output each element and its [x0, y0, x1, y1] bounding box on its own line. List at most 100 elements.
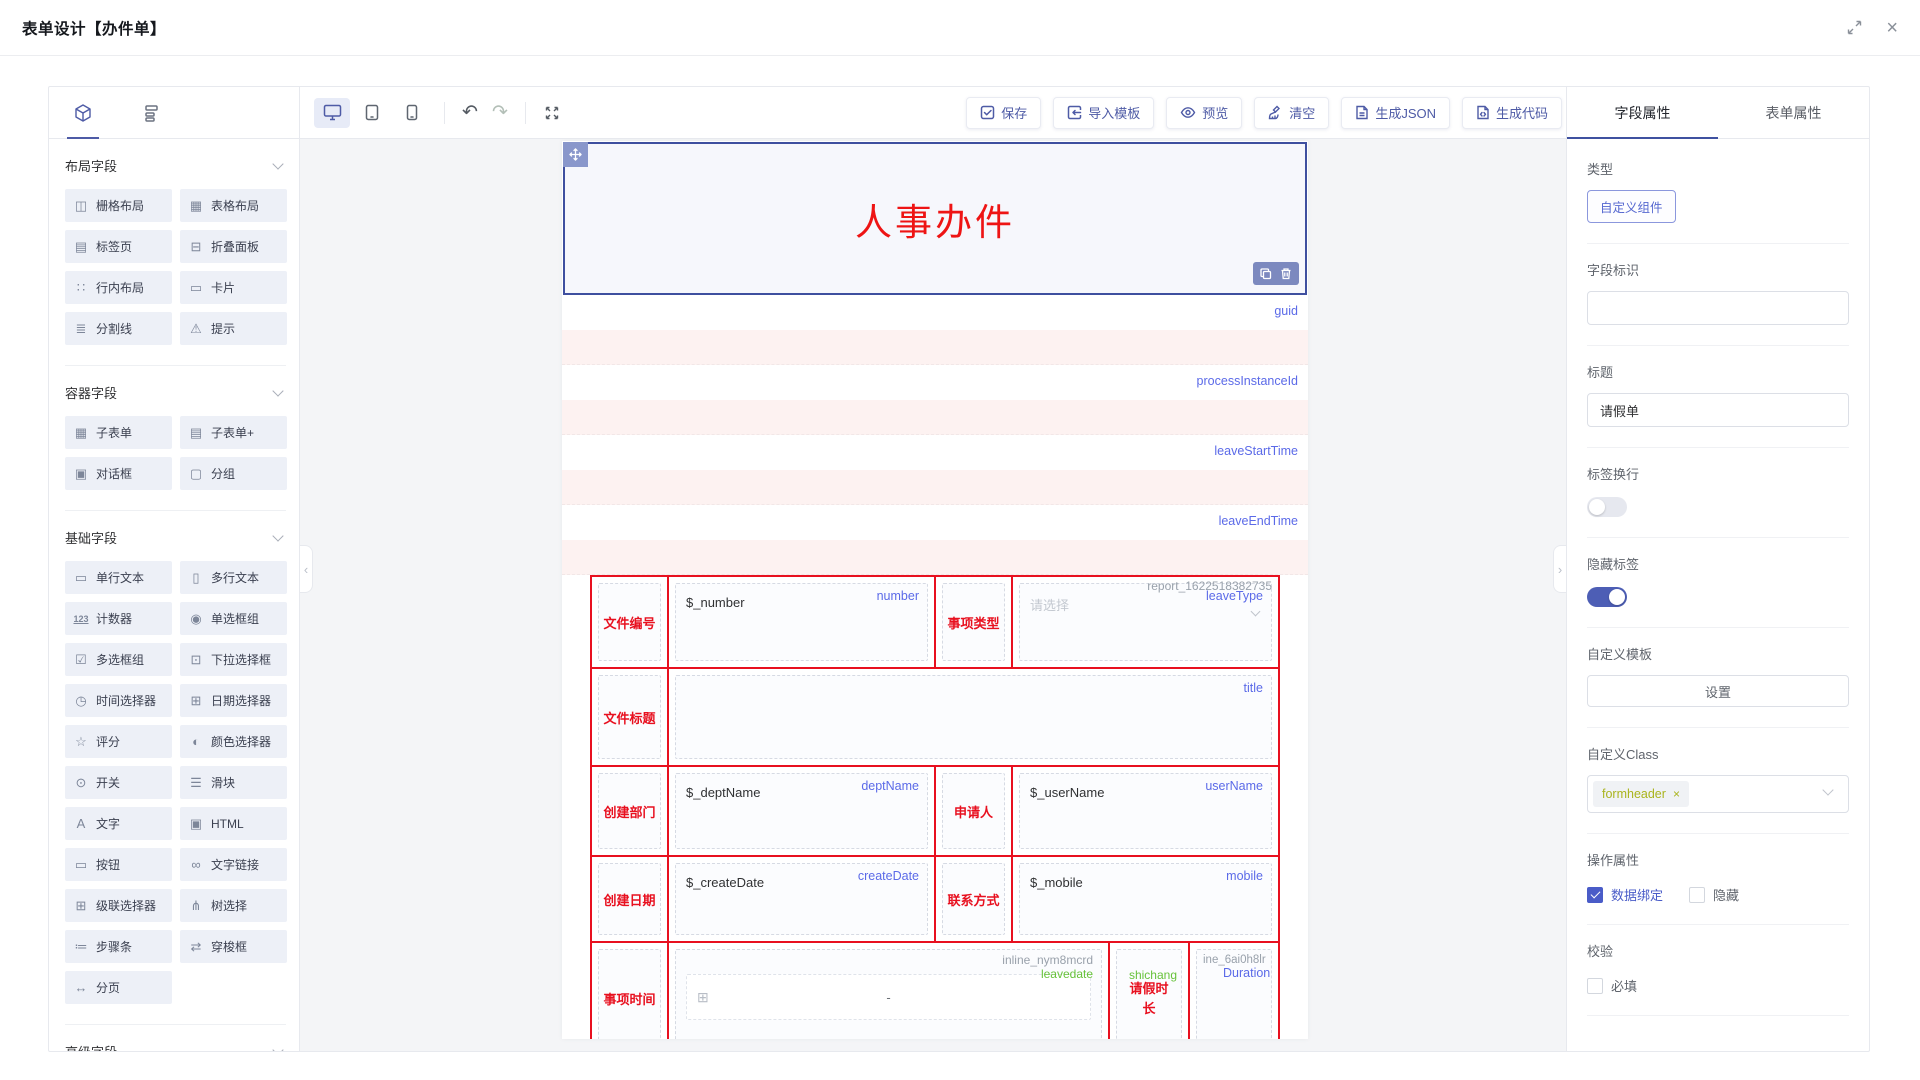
hidden-field-guid[interactable]: guid: [562, 295, 1308, 330]
tab-components[interactable]: [63, 87, 103, 138]
section-header-container[interactable]: 容器字段: [65, 383, 286, 402]
palette-item-text[interactable]: A文字: [65, 807, 172, 840]
hidden-checkbox[interactable]: 隐藏: [1689, 885, 1739, 904]
import-template-button[interactable]: 导入模板: [1053, 97, 1154, 129]
tab-outline[interactable]: [131, 87, 171, 138]
clear-button[interactable]: 清空: [1254, 97, 1329, 129]
collapse-sidebar-handle[interactable]: ‹: [300, 545, 313, 593]
cell-field-number[interactable]: $_numbernumber: [669, 577, 936, 667]
device-phone-button[interactable]: [394, 98, 430, 128]
hidden-field-leaveEndTime[interactable]: leaveEndTime: [562, 505, 1308, 540]
close-icon[interactable]: ×: [1886, 18, 1898, 38]
field-id-input[interactable]: [1587, 291, 1849, 325]
palette-item-divider[interactable]: ≣分割线: [65, 312, 172, 345]
palette-item-color-picker[interactable]: ◐颜色选择器: [180, 725, 287, 758]
cell-label-matter-type[interactable]: 事项类型: [936, 577, 1013, 667]
palette-item-transfer[interactable]: ⇄穿梭框: [180, 930, 287, 963]
collapse-panel-handle[interactable]: ›: [1553, 545, 1566, 593]
palette-item-switch[interactable]: ⊙开关: [65, 766, 172, 799]
cell-label-create-dept[interactable]: 创建部门: [592, 767, 669, 855]
device-tablet-button[interactable]: [354, 98, 390, 128]
palette-item-label: 表格布局: [211, 197, 259, 214]
cell-field-create-date[interactable]: $_createDatecreateDate: [669, 857, 936, 941]
redo-button[interactable]: ↷: [485, 98, 515, 128]
cell-label-leave-duration[interactable]: shichang请假时长: [1110, 943, 1190, 1039]
cell-field-duration[interactable]: ine_6ai0h8lrDuration: [1190, 943, 1278, 1039]
type-value-tag[interactable]: 自定义组件: [1587, 190, 1676, 223]
section-header-advanced[interactable]: 高级字段: [65, 1042, 286, 1051]
palette-item-radio-group[interactable]: ◉单选框组: [180, 602, 287, 635]
cell-label-contact[interactable]: 联系方式: [936, 857, 1013, 941]
palette-item-select[interactable]: ⊡下拉选择框: [180, 643, 287, 676]
palette-item-inline-layout[interactable]: ∷行内布局: [65, 271, 172, 304]
palette-item-button[interactable]: ▭按钮: [65, 848, 172, 881]
section-header-basic[interactable]: 基础字段: [65, 528, 286, 547]
hidden-field-processInstanceId[interactable]: processInstanceId: [562, 365, 1308, 400]
tab-form-properties[interactable]: 表单属性: [1718, 87, 1869, 138]
palette-item-counter[interactable]: 123计数器: [65, 602, 172, 635]
cell-field-mobile[interactable]: $_mobilemobile: [1013, 857, 1278, 941]
palette-item-cascader[interactable]: ⊞级联选择器: [65, 889, 172, 922]
palette-item-pagination[interactable]: ↔分页: [65, 971, 172, 1004]
undo-button[interactable]: ↶: [455, 98, 485, 128]
palette-item-tabs[interactable]: ▤标签页: [65, 230, 172, 263]
device-desktop-button[interactable]: [314, 98, 350, 128]
palette-item-steps[interactable]: ≔步骤条: [65, 930, 172, 963]
required-checkbox[interactable]: 必填: [1587, 976, 1637, 995]
hidden-field-placeholder[interactable]: [562, 470, 1308, 505]
preview-button[interactable]: 预览: [1166, 97, 1242, 129]
fullscreen-button[interactable]: [536, 98, 568, 128]
cell-field-title[interactable]: title: [669, 669, 1278, 765]
palette-item-text-link[interactable]: ∞文字链接: [180, 848, 287, 881]
delete-widget-icon[interactable]: [1280, 267, 1292, 280]
label-wrap-toggle[interactable]: [1587, 497, 1627, 517]
generate-code-button[interactable]: 生成代码: [1462, 97, 1562, 129]
remove-class-icon[interactable]: ×: [1673, 787, 1680, 801]
generate-json-button[interactable]: 生成JSON: [1341, 97, 1450, 129]
design-canvas[interactable]: 人事办件 guid processInstanceId: [300, 139, 1566, 1051]
template-settings-button[interactable]: 设置: [1587, 675, 1849, 707]
palette-item-dialog[interactable]: ▣对话框: [65, 457, 172, 490]
cell-label-create-date[interactable]: 创建日期: [592, 857, 669, 941]
drag-handle[interactable]: [563, 142, 588, 167]
palette-item-html[interactable]: ▣HTML: [180, 807, 287, 840]
palette-item-tree-select[interactable]: ⋔树选择: [180, 889, 287, 922]
cell-label-matter-time[interactable]: 事项时间: [592, 943, 669, 1039]
title-input[interactable]: [1587, 393, 1849, 427]
hide-label-toggle[interactable]: [1587, 587, 1627, 607]
cell-label-file-number[interactable]: 文件编号: [592, 577, 669, 667]
data-binding-checkbox[interactable]: 数据绑定: [1587, 885, 1663, 904]
palette-item-checkbox-group[interactable]: ☑多选框组: [65, 643, 172, 676]
palette-item-alert[interactable]: ⚠提示: [180, 312, 287, 345]
copy-widget-icon[interactable]: [1260, 268, 1272, 280]
palette-item-grid-layout[interactable]: ◫栅格布局: [65, 189, 172, 222]
palette-item-time-picker[interactable]: ◷时间选择器: [65, 684, 172, 717]
palette-item-rate[interactable]: ☆评分: [65, 725, 172, 758]
palette-item-group[interactable]: ▢分组: [180, 457, 287, 490]
form-header-widget[interactable]: 人事办件: [563, 142, 1307, 295]
hidden-field-placeholder[interactable]: [562, 540, 1308, 575]
cell-label-file-title[interactable]: 文件标题: [592, 669, 669, 765]
hidden-field-leaveStartTime[interactable]: leaveStartTime: [562, 435, 1308, 470]
hidden-field-placeholder[interactable]: [562, 400, 1308, 435]
palette-item-collapse-panel[interactable]: ⊟折叠面板: [180, 230, 287, 263]
custom-class-select[interactable]: formheader ×: [1587, 775, 1849, 813]
palette-item-subform-plus[interactable]: ▤子表单+: [180, 416, 287, 449]
palette-item-single-text[interactable]: ▭单行文本: [65, 561, 172, 594]
cell-field-leave-date-range[interactable]: inline_nym8mcrdleavedate ⊞ -: [669, 943, 1110, 1039]
palette-item-table-layout[interactable]: ▦表格布局: [180, 189, 287, 222]
section-header-layout[interactable]: 布局字段: [65, 156, 286, 175]
cell-label-applicant[interactable]: 申请人: [936, 767, 1013, 855]
palette-item-card[interactable]: ▭卡片: [180, 271, 287, 304]
tab-field-properties[interactable]: 字段属性: [1567, 87, 1718, 138]
hidden-field-placeholder[interactable]: [562, 330, 1308, 365]
palette-item-slider[interactable]: ☰滑块: [180, 766, 287, 799]
cell-field-dept-name[interactable]: $_deptNamedeptName: [669, 767, 936, 855]
palette-item-date-picker[interactable]: ⊞日期选择器: [180, 684, 287, 717]
palette-item-subform[interactable]: ▦子表单: [65, 416, 172, 449]
palette-item-multi-text[interactable]: ▯多行文本: [180, 561, 287, 594]
save-button[interactable]: 保存: [966, 97, 1041, 129]
fullscreen-toggle-icon[interactable]: [1847, 20, 1862, 35]
cell-field-user-name[interactable]: $_userNameuserName: [1013, 767, 1278, 855]
report-table-widget[interactable]: report_1622518382735 文件编号 $_numbernumber…: [590, 575, 1280, 1039]
